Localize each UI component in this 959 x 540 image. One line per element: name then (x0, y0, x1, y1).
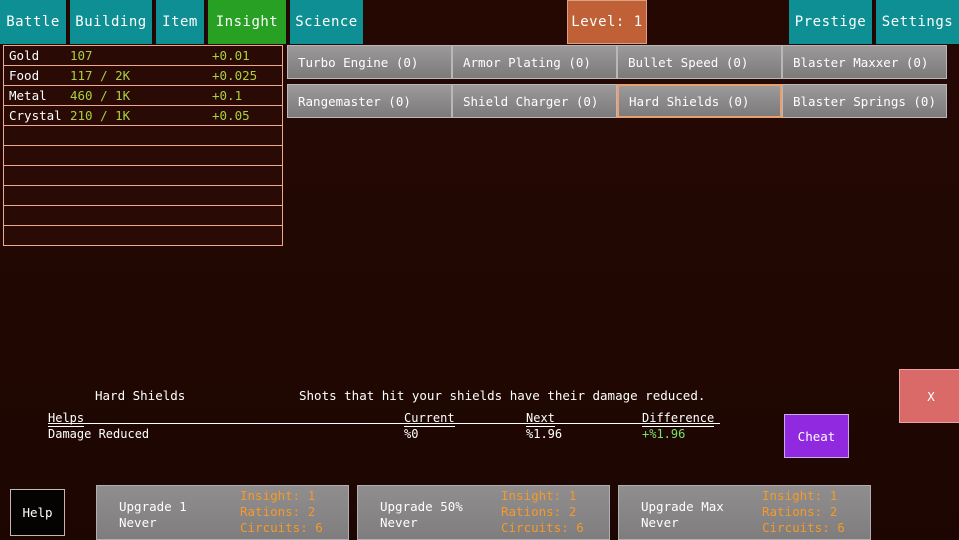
purchase-title: Upgrade 50% (380, 499, 463, 514)
cheat-button[interactable]: Cheat (784, 414, 849, 458)
purchase-title: Upgrade 1 (119, 499, 187, 514)
detail-description: Shots that hit your shields have their d… (299, 388, 706, 403)
detail-cell: +%1.96 (642, 427, 686, 441)
close-icon[interactable]: X (899, 369, 959, 423)
resource-row (4, 146, 282, 166)
tab-science[interactable]: Science (290, 0, 365, 44)
detail-column-header: Current (404, 411, 455, 427)
resource-amount: 107 (70, 48, 93, 63)
detail-divider (48, 423, 720, 424)
upgrade-button[interactable]: Turbo Engine (0) (287, 45, 452, 79)
tab-prestige[interactable]: Prestige (789, 0, 874, 44)
upgrade-button[interactable]: Blaster Springs (0) (782, 84, 947, 118)
purchase-subtitle: Never (641, 515, 679, 530)
resource-name: Gold (9, 48, 40, 63)
purchase-cost-list: Insight: 1 Rations: 2 Circuits: 6 (240, 488, 323, 536)
level-indicator[interactable]: Level: 1 (567, 0, 647, 44)
purchase-cost-list: Insight: 1 Rations: 2 Circuits: 6 (762, 488, 845, 536)
resource-row (4, 166, 282, 186)
purchase-cost-line: Circuits: 6 (762, 520, 845, 535)
help-button[interactable]: Help (10, 489, 65, 536)
purchase-subtitle: Never (119, 515, 157, 530)
detail-column-header: Difference (642, 411, 715, 427)
purchase-button[interactable]: Upgrade 1 Never Insight: 1 Rations: 2 Circui… (96, 485, 349, 540)
purchase-label: Upgrade Max Never (641, 499, 724, 531)
resource-amount: 117 / 2K (70, 68, 131, 83)
resource-amount: 460 / 1K (70, 88, 131, 103)
tab-battle[interactable]: Battle (0, 0, 68, 44)
purchase-cost-line: Rations: 2 (762, 504, 838, 519)
purchase-subtitle: Never (380, 515, 418, 530)
upgrade-button[interactable]: Rangemaster (0) (287, 84, 452, 118)
detail-title: Hard Shields (95, 388, 186, 403)
upgrade-button[interactable]: Bullet Speed (0) (617, 45, 782, 79)
resource-rate: +0.025 (212, 68, 258, 83)
upgrade-button[interactable]: Blaster Maxxer (0) (782, 45, 947, 79)
resource-row: Metal 460 / 1K +0.1 (4, 86, 282, 106)
purchase-cost-line: Insight: 1 (240, 488, 316, 503)
resource-row (4, 206, 282, 226)
detail-column-header: Helps (48, 411, 85, 427)
top-tab-bar: Battle Building Item Insight Science Level: 1… (0, 0, 959, 44)
tab-insight[interactable]: Insight (208, 0, 288, 44)
resource-name: Crystal (9, 108, 62, 123)
resource-rate: +0.1 (212, 88, 243, 103)
tab-item[interactable]: Item (156, 0, 206, 44)
resource-name: Food (9, 68, 40, 83)
purchase-cost-line: Circuits: 6 (501, 520, 584, 535)
upgrade-button[interactable]: Armor Plating (0) (452, 45, 617, 79)
resource-row: Food 117 / 2K +0.025 (4, 66, 282, 86)
resource-row: Gold 107 +0.01 (4, 46, 282, 66)
purchase-cost-line: Rations: 2 (501, 504, 577, 519)
tab-building[interactable]: Building (70, 0, 154, 44)
resource-row (4, 186, 282, 206)
purchase-cost-line: Insight: 1 (762, 488, 838, 503)
resource-row (4, 126, 282, 146)
resource-row: Crystal 210 / 1K +0.05 (4, 106, 282, 126)
resource-rate: +0.05 (212, 108, 250, 123)
purchase-button[interactable]: Upgrade Max Never Insight: 1 Rations: 2 Circ… (618, 485, 871, 540)
purchase-cost-line: Circuits: 6 (240, 520, 323, 535)
resource-rate: +0.01 (212, 48, 250, 63)
upgrade-button[interactable]: Shield Charger (0) (452, 84, 617, 118)
resource-name: Metal (9, 88, 47, 103)
purchase-cost-line: Rations: 2 (240, 504, 316, 519)
purchase-button[interactable]: Upgrade 50% Never Insight: 1 Rations: 2 Circ… (357, 485, 610, 540)
game-screen: Battle Building Item Insight Science Level: 1… (0, 0, 959, 540)
purchase-label: Upgrade 50% Never (380, 499, 463, 531)
detail-cell: %0 (404, 427, 419, 441)
tab-settings[interactable]: Settings (876, 0, 959, 44)
detail-cell: Damage Reduced (48, 427, 150, 441)
resource-amount: 210 / 1K (70, 108, 131, 123)
purchase-cost-line: Insight: 1 (501, 488, 577, 503)
detail-column-header: Next (526, 411, 555, 427)
purchase-title: Upgrade Max (641, 499, 724, 514)
upgrade-button[interactable]: Hard Shields (0) (617, 84, 782, 118)
purchase-label: Upgrade 1 Never (119, 499, 187, 531)
resource-row (4, 226, 282, 246)
purchase-cost-list: Insight: 1 Rations: 2 Circuits: 6 (501, 488, 584, 536)
detail-cell: %1.96 (526, 427, 563, 441)
resource-table: Gold 107 +0.01 Food 117 / 2K +0.025 Metal 460 /… (3, 45, 283, 246)
